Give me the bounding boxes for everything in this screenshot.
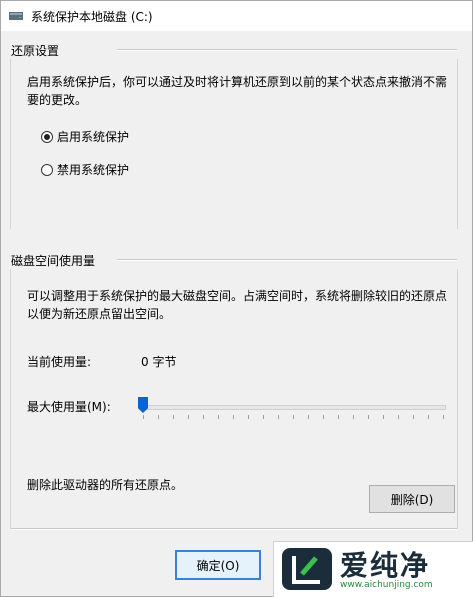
slider-tick [368, 415, 369, 419]
max-usage-label: 最大使用量(M): [27, 400, 111, 414]
max-usage-slider[interactable] [138, 395, 448, 419]
drive-icon [9, 12, 23, 20]
disk-usage-heading: 磁盘空间使用量 [11, 254, 96, 268]
dialog-content: 还原设置 启用系统保护后，你可以通过及时将计算机还原到以前的某个状态点来撤消不需… [1, 31, 473, 597]
current-usage-value: 0 字节 [141, 355, 177, 369]
slider-tick [218, 415, 219, 419]
slider-tick [233, 415, 234, 419]
restore-settings-line [117, 49, 457, 51]
ok-button[interactable]: 确定(O) [175, 550, 261, 580]
slider-tick [278, 415, 279, 419]
slider-tick [173, 415, 174, 419]
disk-frame-bottom [11, 528, 457, 530]
restore-frame-left [10, 59, 11, 229]
watermark-name: 爱纯净 [340, 549, 431, 582]
restore-frame-right [457, 59, 458, 229]
current-usage-label: 当前使用量: [27, 355, 92, 369]
slider-track[interactable] [140, 405, 446, 410]
slider-tick [338, 415, 339, 419]
slider-tick [353, 415, 354, 419]
radio-enable-label: 启用系统保护 [57, 130, 130, 144]
disk-frame-left [10, 269, 11, 529]
slider-tick [203, 415, 204, 419]
radio-disable-protection[interactable]: 禁用系统保护 [41, 161, 129, 178]
slider-tick [383, 415, 384, 419]
slider-tick [248, 415, 249, 419]
slider-tick [428, 415, 429, 419]
slider-tick [188, 415, 189, 419]
radio-disable-indicator[interactable] [41, 163, 53, 176]
slider-tick [158, 415, 159, 419]
disk-frame-right [457, 269, 458, 529]
slider-tick [443, 415, 444, 419]
restore-description: 启用系统保护后，你可以通过及时将计算机还原到以前的某个状态点来撤消不需要的更改。 [27, 75, 448, 107]
slider-thumb[interactable] [138, 397, 148, 413]
slider-tick [143, 415, 144, 419]
slider-tick [263, 415, 264, 419]
window-title: 系统保护本地磁盘 (C:) [31, 10, 153, 24]
system-protection-dialog: 系统保护本地磁盘 (C:) 还原设置 启用系统保护后，你可以通过及时将计算机还原… [0, 0, 473, 597]
title-bar[interactable]: 系统保护本地磁盘 (C:) [1, 1, 472, 31]
radio-disable-label: 禁用系统保护 [57, 163, 130, 177]
restore-settings-heading: 还原设置 [11, 44, 60, 58]
delete-description: 删除此驱动器的所有还原点。 [27, 478, 184, 492]
watermark: 爱纯净 www.aichunjing.com [273, 541, 473, 597]
watermark-url: www.aichunjing.com [340, 580, 433, 590]
delete-button[interactable]: 删除(D) [369, 485, 455, 513]
disk-description: 可以调整用于系统保护的最大磁盘空间。占满空间时，系统将删除较旧的还原点以便为新还… [27, 289, 448, 321]
radio-enable-indicator[interactable] [41, 130, 53, 143]
watermark-logo-icon [282, 548, 332, 590]
slider-tick [323, 415, 324, 419]
radio-enable-protection[interactable]: 启用系统保护 [41, 128, 129, 145]
disk-usage-line [117, 259, 457, 261]
slider-tick [293, 415, 294, 419]
slider-tick [308, 415, 309, 419]
slider-tick [413, 415, 414, 419]
slider-tick [398, 415, 399, 419]
